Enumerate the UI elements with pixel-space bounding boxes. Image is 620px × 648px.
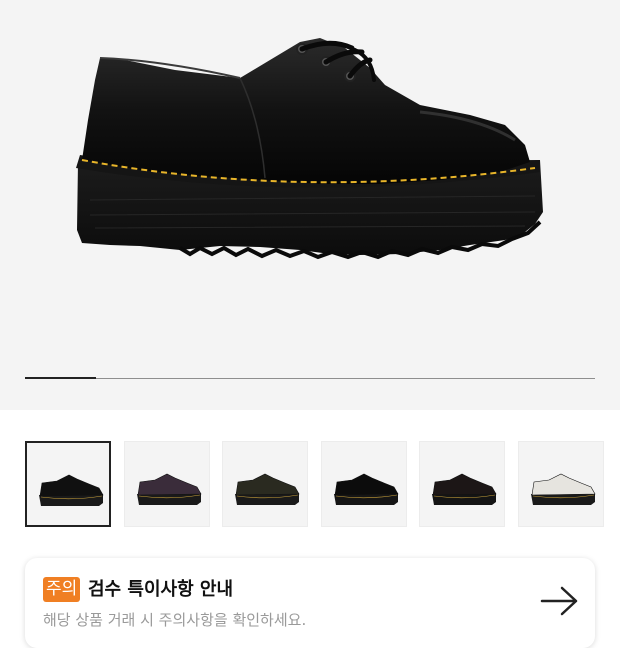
thumb-black-oxblood[interactable] bbox=[419, 441, 506, 527]
notice-title: 검수 특이사항 안내 bbox=[88, 579, 234, 600]
product-image-area[interactable] bbox=[0, 0, 620, 410]
thumb-black-smooth[interactable] bbox=[25, 441, 111, 527]
thumbnail-shoe-image bbox=[531, 473, 596, 505]
notice-badge: 주의 bbox=[43, 577, 81, 602]
arrow-right-icon[interactable] bbox=[540, 586, 580, 616]
thumbnail-strip bbox=[25, 441, 605, 529]
inspection-notice-card[interactable]: 주의 검수 특이사항 안내 해당 상품 거래 시 주의사항을 확인하세요. bbox=[25, 558, 595, 648]
thumbnail-shoe-image bbox=[333, 473, 399, 505]
gallery-progress-track bbox=[25, 377, 595, 379]
thumbnail-shoe-image bbox=[136, 473, 202, 505]
thumb-dark-olive[interactable] bbox=[222, 441, 309, 527]
thumbnail-shoe-image bbox=[432, 473, 497, 505]
thumbnail-shoe-image bbox=[39, 474, 104, 506]
thumb-dark-purple[interactable] bbox=[123, 441, 210, 527]
gallery-progress-fill bbox=[25, 377, 97, 379]
product-image-shoe bbox=[76, 38, 543, 260]
thumb-black-patent-lace[interactable] bbox=[320, 441, 407, 527]
thumbnail-shoe-image bbox=[235, 473, 300, 505]
notice-subtitle: 해당 상품 거래 시 주의사항을 확인하세요. bbox=[43, 611, 307, 629]
thumb-white[interactable] bbox=[518, 441, 604, 527]
